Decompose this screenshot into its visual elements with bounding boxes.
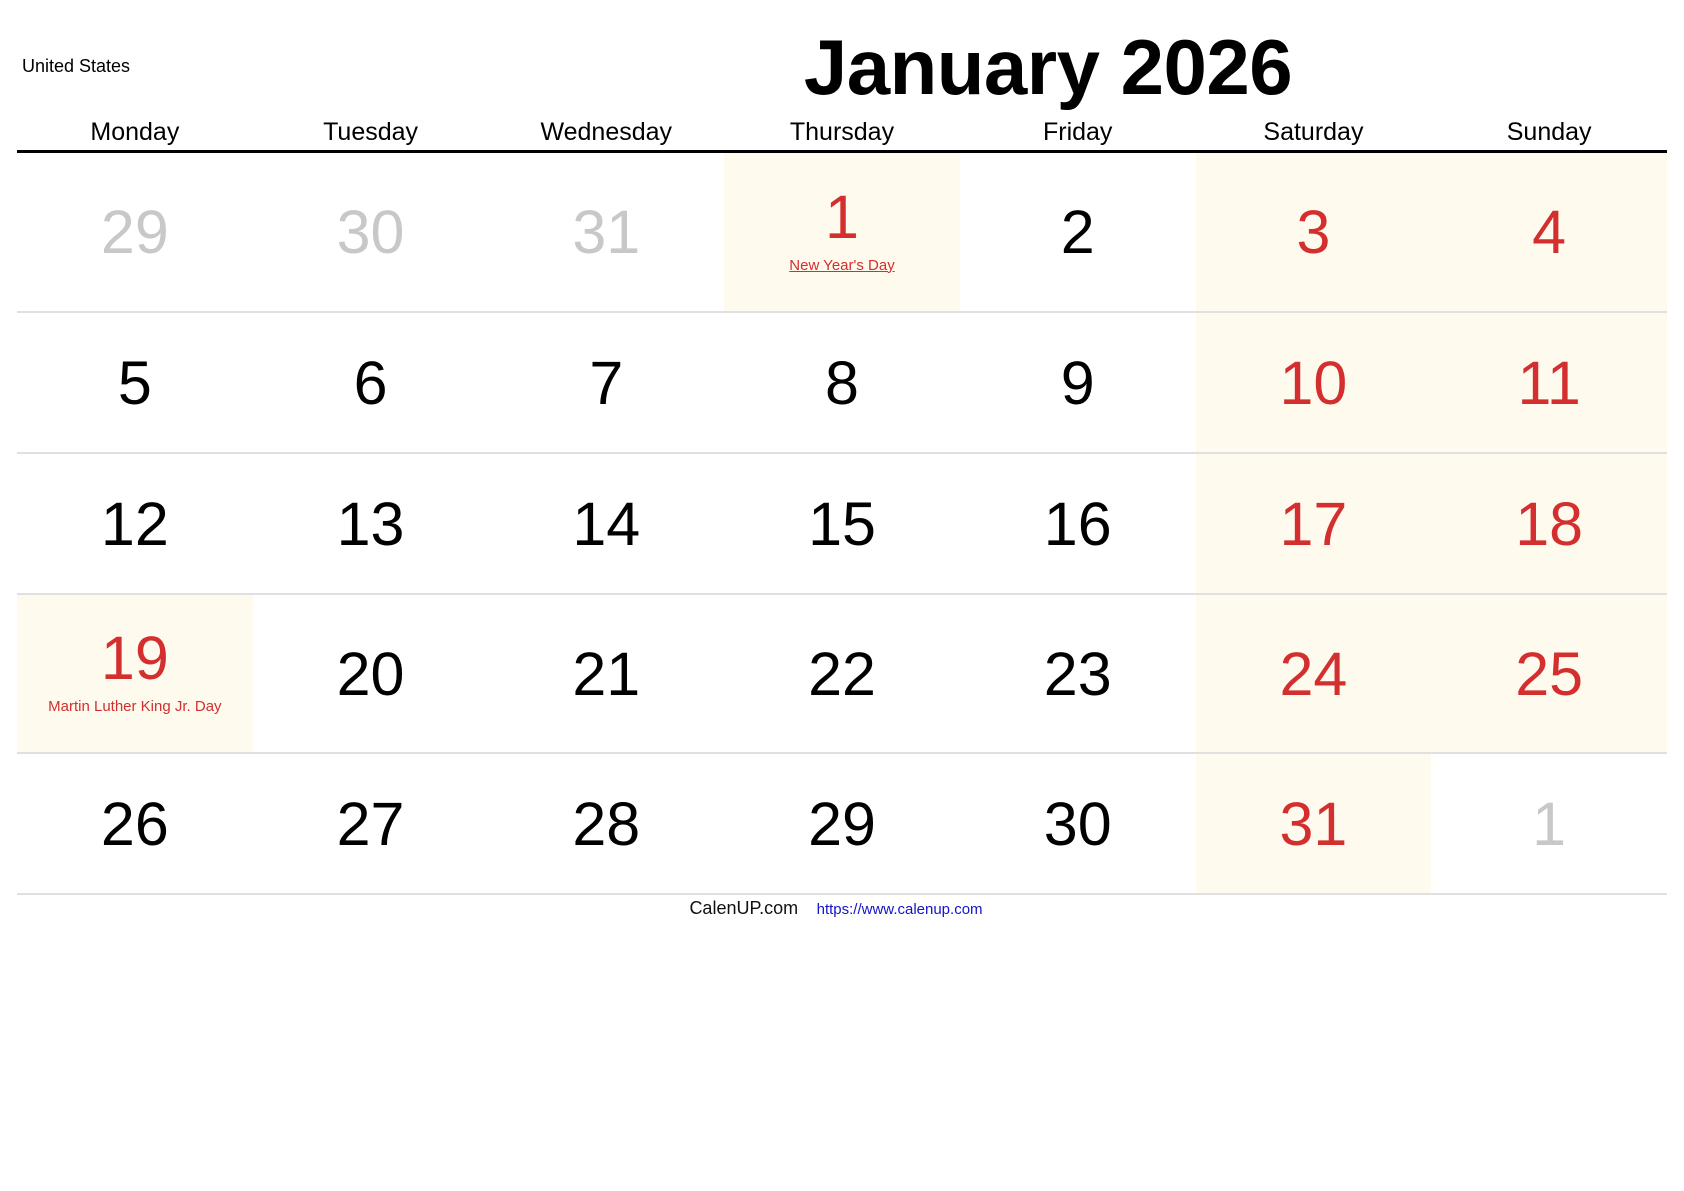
day-cell[interactable]: 11 — [1431, 313, 1667, 452]
day-cell[interactable]: 14 — [488, 454, 724, 593]
weekday-header-row: Monday Tuesday Wednesday Thursday Friday… — [17, 115, 1667, 153]
day-cell[interactable]: 20 — [253, 595, 489, 752]
day-cell[interactable]: 16 — [960, 454, 1196, 593]
day-cell[interactable]: 25 — [1431, 595, 1667, 752]
day-number: 16 — [1043, 489, 1112, 558]
weekday-friday: Friday — [1042, 118, 1113, 146]
day-number: 1 — [1532, 789, 1567, 858]
country-label: United States — [22, 56, 131, 76]
weekday-tuesday: Tuesday — [323, 118, 419, 146]
day-number: 27 — [336, 789, 405, 858]
day-number: 11 — [1517, 348, 1581, 417]
day-number: 3 — [1296, 198, 1331, 266]
day-cell[interactable]: 24 — [1195, 595, 1432, 752]
day-cell[interactable]: 22 — [724, 595, 960, 752]
day-cell[interactable]: 29 — [724, 754, 960, 893]
day-cell[interactable]: 13 — [253, 454, 489, 593]
day-number: 30 — [336, 198, 405, 266]
week-row: 29 30 31 1 New Year's Day 2 3 4 — [17, 153, 1667, 313]
day-number: 10 — [1279, 348, 1348, 417]
day-cell[interactable]: 31 — [1195, 754, 1432, 893]
day-cell[interactable]: 18 — [1431, 454, 1667, 593]
day-cell[interactable]: 1 New Year's Day — [724, 153, 960, 311]
day-number: 9 — [1060, 348, 1095, 417]
day-cell[interactable]: 21 — [488, 595, 724, 752]
day-cell[interactable]: 6 — [253, 313, 489, 452]
day-number: 15 — [808, 489, 876, 558]
day-cell[interactable]: 17 — [1195, 454, 1432, 593]
day-cell[interactable]: 10 — [1195, 313, 1432, 452]
footer: CalenUP.com https://www.calenup.com — [0, 898, 1684, 919]
day-cell[interactable]: 12 — [17, 454, 253, 593]
day-number: 24 — [1279, 639, 1348, 708]
day-cell[interactable]: 9 — [960, 313, 1196, 452]
day-number: 28 — [572, 789, 641, 858]
weeks-container: 29 30 31 1 New Year's Day 2 3 4 5 6 7 8 9 10 11 12 13 14 1… — [17, 153, 1667, 895]
day-number: 7 — [589, 348, 624, 417]
day-number: 31 — [572, 198, 641, 266]
day-cell[interactable]: 3 — [1195, 153, 1432, 311]
weekday-wednesday: Wednesday — [540, 118, 673, 146]
week-row: 26 27 28 29 30 31 1 — [17, 754, 1667, 895]
day-cell[interactable]: 31 — [488, 153, 724, 311]
weekday-thursday: Thursday — [789, 118, 895, 146]
weekday-sunday: Sunday — [1506, 118, 1592, 146]
day-number: 4 — [1532, 198, 1567, 266]
week-row: 5 6 7 8 9 10 11 — [17, 313, 1667, 454]
weekday-monday: Monday — [90, 118, 180, 146]
day-number: 8 — [825, 348, 859, 417]
day-cell[interactable]: 5 — [17, 313, 253, 452]
footer-url-link[interactable]: https://www.calenup.com — [817, 901, 983, 918]
holiday-label: Martin Luther King Jr. Day — [48, 698, 222, 715]
day-cell[interactable]: 28 — [488, 754, 724, 893]
day-number: 20 — [336, 639, 405, 708]
week-row: 12 13 14 15 16 17 18 — [17, 454, 1667, 595]
day-cell[interactable]: 1 — [1431, 754, 1667, 893]
day-cell[interactable]: 8 — [724, 313, 960, 452]
day-cell[interactable]: 19 Martin Luther King Jr. Day — [17, 595, 253, 752]
day-number: 14 — [572, 489, 641, 558]
day-number: 12 — [100, 489, 169, 558]
day-cell[interactable]: 15 — [724, 454, 960, 593]
day-cell[interactable]: 30 — [960, 754, 1196, 893]
day-cell[interactable]: 7 — [488, 313, 724, 452]
day-number: 17 — [1279, 489, 1348, 558]
holiday-label[interactable]: New Year's Day — [789, 257, 894, 274]
week-row: 19 Martin Luther King Jr. Day 20 21 22 23 24 25 — [17, 595, 1667, 754]
day-number: 21 — [572, 639, 641, 708]
day-cell[interactable]: 27 — [253, 754, 489, 893]
day-cell[interactable]: 2 — [960, 153, 1196, 311]
day-number: 26 — [100, 789, 169, 858]
weekday-saturday: Saturday — [1263, 118, 1364, 146]
day-number: 29 — [100, 198, 169, 266]
day-number: 23 — [1043, 639, 1112, 708]
day-number: 29 — [808, 789, 876, 858]
day-number: 5 — [117, 348, 152, 417]
day-number: 22 — [808, 639, 876, 708]
day-number: 31 — [1279, 789, 1348, 858]
day-cell[interactable]: 26 — [17, 754, 253, 893]
month-title: January 2026 — [803, 23, 1293, 111]
calendar-grid: Monday Tuesday Wednesday Thursday Friday… — [17, 115, 1667, 895]
day-cell[interactable]: 30 — [253, 153, 489, 311]
day-number: 18 — [1515, 489, 1584, 558]
day-number: 25 — [1515, 639, 1584, 708]
day-number: 6 — [353, 348, 388, 417]
day-number: 19 — [100, 624, 169, 692]
day-number: 13 — [336, 489, 405, 558]
day-cell[interactable]: 4 — [1431, 153, 1667, 311]
day-cell[interactable]: 23 — [960, 595, 1196, 752]
footer-brand: CalenUP.com — [689, 898, 799, 918]
day-cell[interactable]: 29 — [17, 153, 253, 311]
day-number: 1 — [825, 182, 859, 251]
day-number: 30 — [1043, 789, 1112, 858]
day-number: 2 — [1060, 198, 1095, 266]
